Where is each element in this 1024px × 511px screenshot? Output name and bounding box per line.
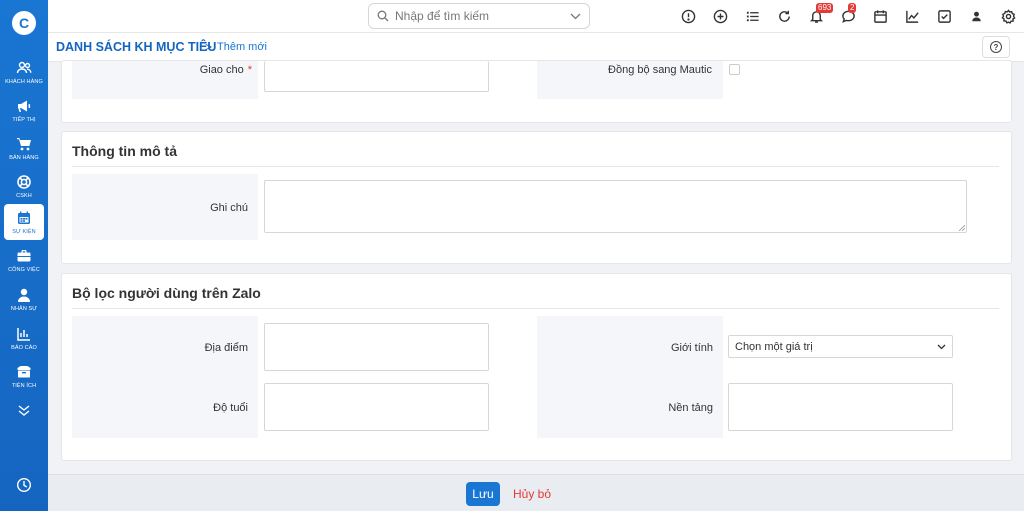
save-button[interactable]: Lưu [466,482,500,506]
analytics-button[interactable] [896,0,928,33]
report-icon [17,327,30,341]
label-cell [537,316,723,438]
note-label: Ghi chú [210,202,248,214]
sidebar-item-support[interactable]: CSKH [4,168,44,204]
divider [72,308,999,309]
divider [72,166,999,167]
mautic-sync-checkbox[interactable] [729,64,740,75]
lifebuoy-icon [17,174,31,189]
briefcase-icon [17,249,31,261]
sidebar-item-marketing[interactable]: TIẾP THỊ [4,92,44,128]
platform-input[interactable] [728,383,953,431]
calendar-icon [873,10,887,23]
sidebar-item-customers[interactable]: KHÁCH HÀNG [4,54,44,90]
sidebar-item-label: SỰ KIỆN [12,228,36,235]
profile-button[interactable] [960,0,992,33]
calendar-icon [18,211,30,224]
search-input[interactable]: Nhập để tìm kiếm [395,9,570,23]
sidebar-item-label: NHÂN SỰ [10,305,38,312]
box-icon [17,365,31,377]
notification-badge: 693 [816,3,834,13]
sidebar-item-hr[interactable]: NHÂN SỰ [4,281,44,317]
sidebar-item-label: BÁO CÁO [11,344,37,351]
breadcrumb: DANH SÁCH KH MỤC TIÊU > Thêm mới ? [48,33,1024,62]
alert-button[interactable] [672,0,704,33]
users-icon [16,61,32,73]
cart-icon [17,137,31,150]
gender-label: Giới tính [670,342,713,354]
topbar-actions: 693 2 [672,0,1024,33]
gear-icon [1000,9,1016,24]
sidebar-item-label: TIẾP THỊ [12,116,36,123]
add-button[interactable] [704,0,736,33]
sidebar: C KHÁCH HÀNG TIẾP THỊ BÁN HÀNG CSKH SỰ K… [0,0,48,511]
plus-circle-icon [713,9,727,24]
chevrons-down-icon[interactable] [16,404,32,418]
help-button[interactable]: ? [982,36,1010,58]
search-icon [377,10,389,22]
description-card: Thông tin mô tả Ghi chú [61,131,1012,264]
clock-icon[interactable] [16,477,32,493]
sidebar-item-label: BÁN HÀNG [9,154,39,161]
refresh-icon [778,10,790,22]
checkbox-icon [937,10,951,23]
global-search[interactable]: Nhập để tìm kiếm [368,3,590,29]
zalo-filter-card: Bộ lọc người dùng trên Zalo Địa điểm Độ … [61,273,1012,461]
sidebar-item-reports[interactable]: BÁO CÁO [4,320,44,356]
app-logo[interactable]: C [12,11,36,35]
settings-button[interactable] [992,0,1024,33]
age-input[interactable] [264,383,489,431]
section-title: Bộ lọc người dùng trên Zalo [72,285,261,301]
list-icon [746,11,759,22]
breadcrumb-parent-link[interactable]: DANH SÁCH KH MỤC TIÊU [56,40,216,54]
form-footer: Lưu Hủy bỏ [48,474,1024,511]
person-icon [18,288,30,302]
alert-circle-icon [681,9,695,24]
message-badge: 2 [848,3,857,13]
notifications-button[interactable]: 693 [800,0,834,33]
assign-label-text: Giao cho [199,64,244,76]
chevron-right-icon: > [205,40,213,54]
calendar-button[interactable] [864,0,896,33]
chevron-down-icon [570,13,581,19]
sidebar-item-label: KHÁCH HÀNG [5,78,43,85]
sidebar-item-label: TIỆN ÍCH [11,382,37,389]
sidebar-item-utilities[interactable]: TIỆN ÍCH [4,358,44,394]
tasks-button[interactable] [928,0,960,33]
gender-select-value: Chọn một giá trị [735,340,813,353]
assign-input[interactable] [264,61,489,92]
chevron-down-icon [937,344,946,349]
age-label: Độ tuổi [213,402,248,414]
breadcrumb-current: Thêm mới [217,41,267,53]
refresh-button[interactable] [768,0,800,33]
sidebar-item-events[interactable]: SỰ KIỆN [4,204,44,240]
sidebar-item-label: CÔNG VIỆC [8,266,40,273]
section-title: Thông tin mô tả [72,143,177,159]
sidebar-item-sales[interactable]: BÁN HÀNG [4,130,44,166]
assign-label: Giao cho * [200,64,252,76]
help-icon: ? [990,41,1002,53]
sidebar-item-label: CSKH [16,192,32,199]
chart-line-icon [905,10,919,23]
label-cell [72,316,258,438]
general-info-card: Giao cho * Đồng bộ sang Mautic [61,60,1012,123]
location-label: Địa điểm [204,342,248,354]
resize-handle-icon[interactable] [959,225,965,231]
megaphone-icon [18,100,31,112]
messages-button[interactable]: 2 [832,0,864,33]
list-button[interactable] [736,0,768,33]
topbar: Nhập để tìm kiếm 693 2 [48,0,1024,33]
platform-label: Nền tảng [668,402,713,414]
user-icon [971,11,981,22]
gender-select[interactable]: Chọn một giá trị [728,335,953,358]
mautic-sync-label: Đồng bộ sang Mautic [608,64,712,76]
cancel-button[interactable]: Hủy bỏ [506,482,558,506]
note-textarea[interactable] [264,180,967,233]
location-input[interactable] [264,323,489,371]
sidebar-item-tasks[interactable]: CÔNG VIỆC [4,242,44,278]
required-mark: * [247,64,252,76]
